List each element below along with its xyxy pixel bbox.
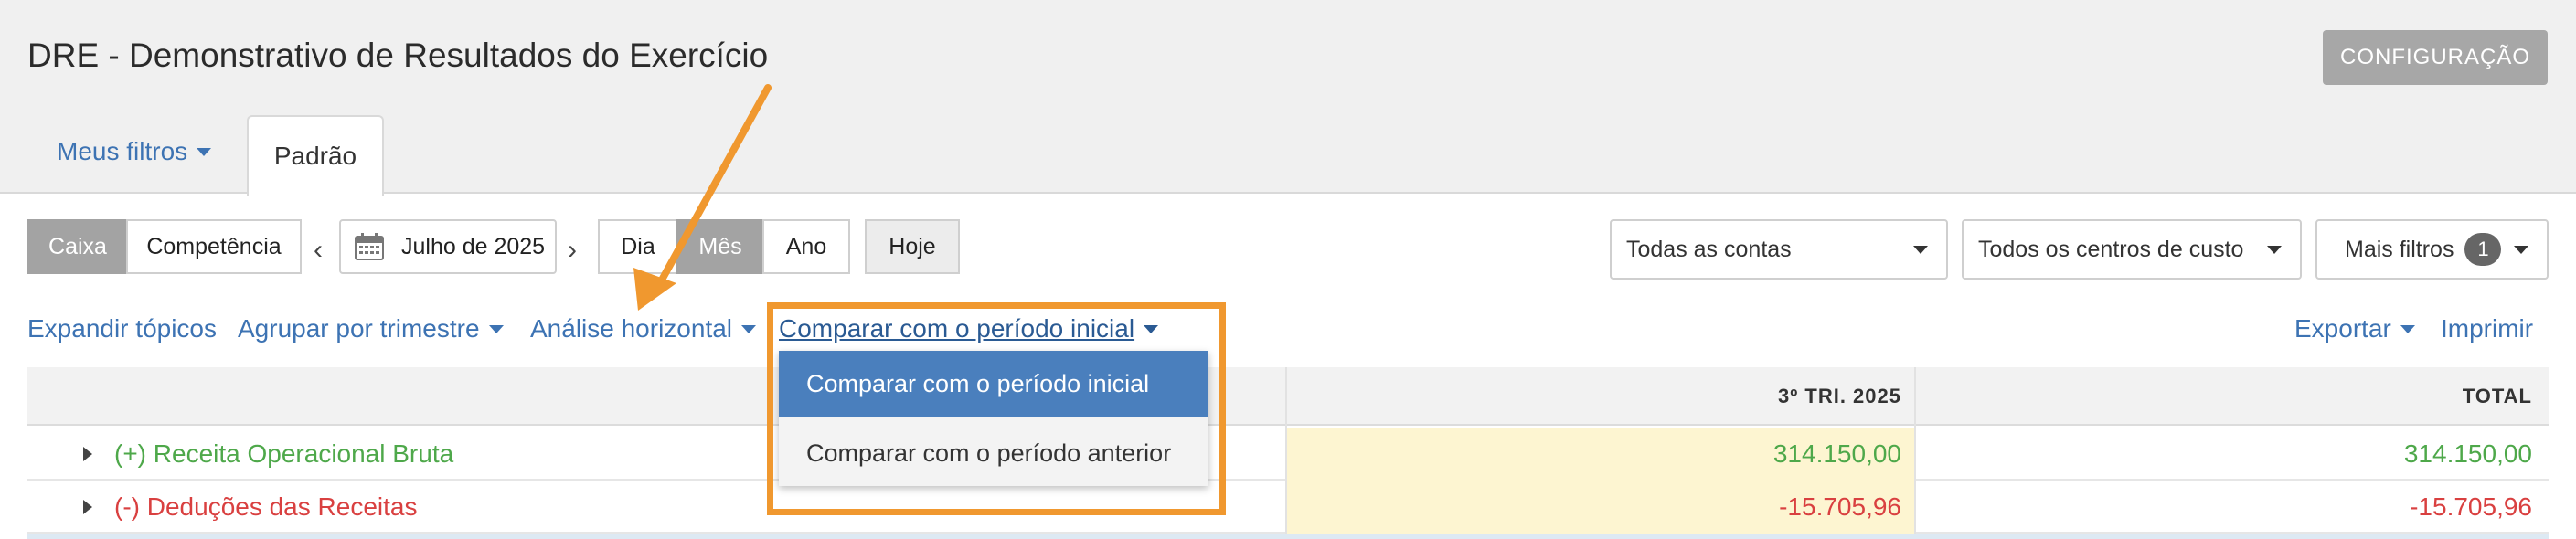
annotation-arrow-icon	[633, 84, 772, 311]
